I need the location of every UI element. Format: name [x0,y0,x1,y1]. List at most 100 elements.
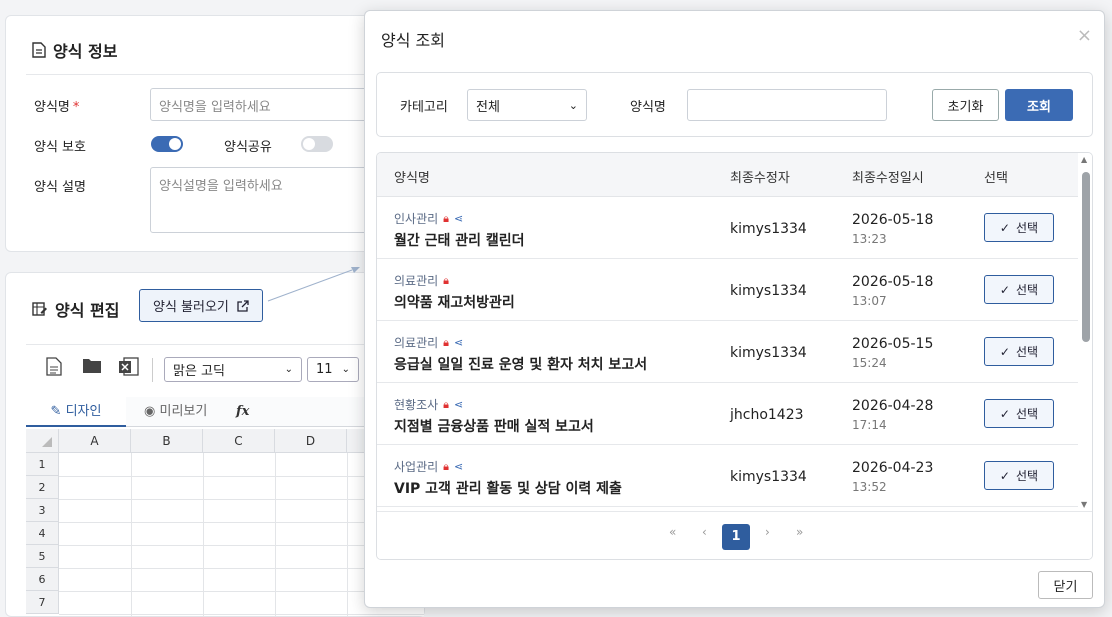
row-user: kimys1334 [730,469,807,485]
category-select[interactable]: 전체 ⌄ [467,89,587,121]
row-time: 13:07 [852,294,887,308]
scrollbar-thumb[interactable] [1082,172,1090,342]
list-item: 의료관리 🔒︎ ⋖ 응급실 일일 진료 운영 및 환자 처치 보고서 kimys13… [377,321,1078,383]
share-icon: ⋖ [454,212,464,225]
load-form-button[interactable]: 양식 불러오기 [139,289,263,322]
open-folder-icon[interactable] [82,357,102,374]
column-header[interactable]: C [203,429,275,453]
page-last[interactable]: » [796,525,803,539]
row-user: jhcho1423 [730,407,804,423]
share-icon: ⋖ [454,460,464,473]
select-button-label: 선택 [1015,221,1039,235]
lock-icon: 🔒︎ [443,335,450,349]
form-desc-label: 양식 설명 [34,180,86,195]
search-name-input[interactable] [687,89,887,121]
row-header[interactable]: 3 [26,499,59,522]
row-header[interactable]: 5 [26,545,59,568]
form-info-card: 양식 정보 양식명 * 양식명을 입력하세요 양식 보호 양식공유 양식 설명 양… [5,15,426,252]
pagination: « ‹ 1 › » [377,511,1092,559]
row-header[interactable]: 7 [26,591,59,614]
form-share-toggle[interactable] [301,136,333,152]
lock-icon: 🔒︎ [443,397,450,411]
select-button[interactable]: ✓ 선택 [984,213,1054,242]
search-button[interactable]: 조회 [1005,89,1073,121]
row-category: 의료관리 [394,336,439,350]
search-panel: 카테고리 전체 ⌄ 양식명 초기화 조회 [376,72,1093,137]
row-time: 13:52 [852,480,887,494]
row-date: 2026-05-18 [852,274,934,290]
share-icon: ⋖ [454,398,464,411]
row-date: 2026-04-23 [852,460,934,476]
eye-icon: ◉ [144,404,156,419]
form-list: 양식명 최종수정자 최종수정일시 선택 인사관리 🔒︎ ⋖ 월간 근태 관리 캘린더… [376,152,1093,560]
page-next[interactable]: › [765,525,770,539]
row-name: 의약품 재고처방관리 [394,295,515,311]
row-date: 2026-05-15 [852,336,934,352]
form-info-title-text: 양식 정보 [53,42,118,61]
form-share-label: 양식공유 [224,140,272,155]
required-mark: * [72,100,80,115]
close-icon[interactable]: × [1077,25,1092,46]
font-size-value: 11 [316,362,333,377]
close-button[interactable]: 닫기 [1038,571,1093,599]
select-button[interactable]: ✓ 선택 [984,461,1054,490]
row-header[interactable]: 2 [26,476,59,499]
form-info-title: 양식 정보 [32,38,117,62]
select-button-label: 선택 [1015,407,1039,421]
tab-design[interactable]: ✎ 디자인 [26,397,126,427]
row-user: kimys1334 [730,283,807,299]
column-header[interactable]: B [131,429,203,453]
scroll-down-icon[interactable]: ▼ [1081,500,1087,509]
reset-button[interactable]: 초기화 [932,89,999,121]
form-search-modal: 양식 조회 × 카테고리 전체 ⌄ 양식명 초기화 조회 양식명 최종수정자 최종… [364,10,1105,608]
row-header[interactable]: 6 [26,568,59,591]
select-button[interactable]: ✓ 선택 [984,337,1054,366]
form-protect-label: 양식 보호 [34,140,86,155]
modal-title: 양식 조회 [381,31,445,50]
form-edit-title-text: 양식 편집 [55,301,120,320]
form-edit-card: 양식 편집 양식 불러오기 맑은 고딕 ⌄ 11 ⌄ ✎ 디자인 ◉ 미리보기 fx… [5,272,447,617]
row-category: 의료관리 [394,274,439,288]
select-button-label: 선택 [1015,469,1039,483]
select-button-label: 선택 [1015,283,1039,297]
row-time: 15:24 [852,356,887,370]
list-scrollbar[interactable]: ▲ ▼ [1078,153,1092,559]
check-icon: ✓ [999,220,1010,235]
document-icon [32,42,46,58]
select-all-corner[interactable] [26,429,59,453]
list-header: 양식명 최종수정자 최종수정일시 선택 [377,153,1078,197]
select-button[interactable]: ✓ 선택 [984,275,1054,304]
form-protect-toggle[interactable] [151,136,183,152]
header-modified-at: 최종수정일시 [852,171,924,186]
column-header[interactable]: A [59,429,131,453]
check-icon: ✓ [999,282,1010,297]
font-size-select[interactable]: 11 ⌄ [307,357,359,382]
lock-icon: 🔒︎ [443,211,450,225]
row-time: 17:14 [852,418,887,432]
row-category: 현황조사 [394,398,439,412]
header-name: 양식명 [394,171,430,186]
column-header[interactable]: D [275,429,347,453]
select-button[interactable]: ✓ 선택 [984,399,1054,428]
row-header[interactable]: 4 [26,522,59,545]
tab-preview[interactable]: ◉ 미리보기 [144,397,207,427]
font-family-select[interactable]: 맑은 고딕 ⌄ [164,357,302,382]
check-icon: ✓ [999,406,1010,421]
scroll-up-icon[interactable]: ▲ [1081,155,1087,164]
share-icon: ⋖ [454,336,464,349]
new-file-icon[interactable] [46,357,62,376]
font-family-value: 맑은 고딕 [173,364,225,379]
category-label: 카테고리 [400,100,448,115]
header-modifier: 최종수정자 [730,171,790,186]
formula-fx-button[interactable]: fx [236,397,249,427]
row-header[interactable]: 1 [26,453,59,476]
chevron-down-icon: ⌄ [284,364,293,375]
header-select: 선택 [984,171,1008,186]
load-form-button-label: 양식 불러오기 [153,300,229,315]
page-first[interactable]: « [669,525,676,539]
external-link-icon [237,299,249,312]
page-prev[interactable]: ‹ [702,525,707,539]
page-current[interactable]: 1 [722,524,750,550]
excel-import-icon[interactable] [119,357,139,377]
row-time: 13:23 [852,232,887,246]
